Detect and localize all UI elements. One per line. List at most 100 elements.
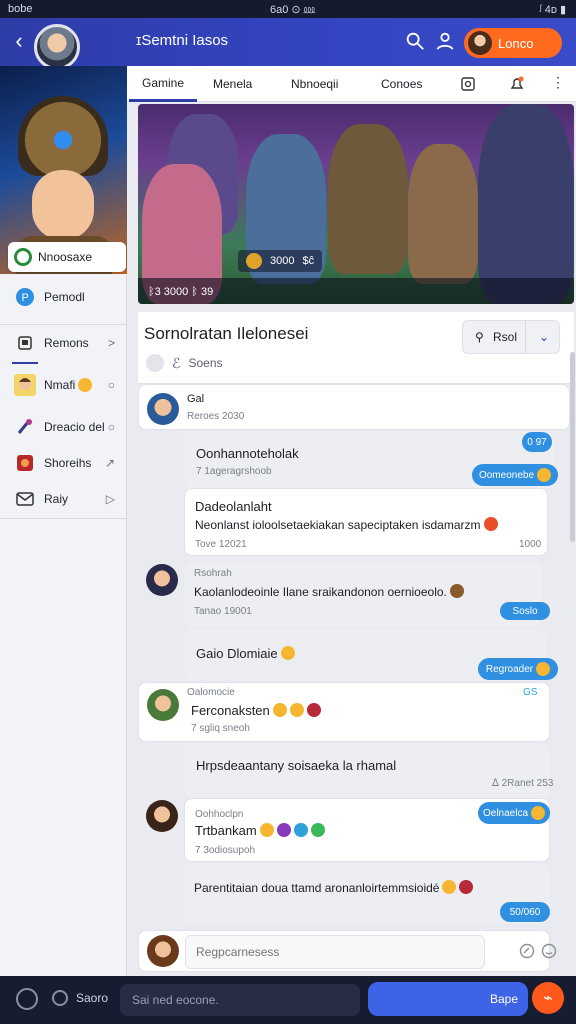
hero-face bbox=[32, 170, 94, 240]
emoji-icon bbox=[449, 584, 464, 598]
coin-icon bbox=[246, 253, 262, 269]
message-count: 1000 bbox=[519, 539, 542, 550]
profile-name-card[interactable]: Nnoosaxe bbox=[8, 242, 126, 272]
status-right: ᶴ 4ᴅ ▮ bbox=[539, 3, 566, 16]
pin-icon: ⚲ bbox=[475, 330, 484, 344]
emoji-icon bbox=[310, 823, 325, 837]
smiley-icon[interactable] bbox=[541, 943, 557, 959]
message-title: Dadeolanlaht bbox=[195, 499, 272, 514]
share-icon: ↗ bbox=[104, 456, 115, 470]
message-author: Oalomocie bbox=[187, 687, 235, 698]
user-pill-button[interactable]: Lonco bbox=[464, 28, 562, 58]
message-bubble[interactable]: Hrpsdeaantany soisaeka la rhamal ᐃ 2Rane… bbox=[184, 744, 554, 798]
bell-icon[interactable] bbox=[509, 76, 525, 92]
sidebar-item-nmafi[interactable]: Nmafi ○ bbox=[0, 374, 127, 396]
reaction-chip[interactable]: Regroader bbox=[478, 658, 558, 680]
emoji-icon bbox=[259, 823, 274, 837]
message-meta: Tove 12021 bbox=[195, 539, 247, 550]
message-card[interactable]: Dadeolanlaht Neonlanst ioloolsetaekiakan… bbox=[184, 488, 548, 556]
emoji-icon bbox=[531, 806, 546, 820]
emoji-icon bbox=[442, 880, 457, 894]
clock-icon[interactable] bbox=[16, 988, 38, 1010]
bottom-input[interactable]: Sai ned eocone. bbox=[120, 984, 360, 1016]
message-text-body: Parentitaian doua ttamd aronanloirtemmsi… bbox=[194, 881, 440, 895]
reaction-chip[interactable]: 50/060 bbox=[500, 902, 550, 922]
banner-figure bbox=[328, 124, 408, 274]
back-arrow-icon[interactable]: ‹ bbox=[8, 28, 30, 54]
tab-conoes[interactable]: Conoes bbox=[381, 66, 422, 102]
message-card[interactable]: Oalomocie Ferconaksten 7 sgliq sneoh GS bbox=[138, 682, 550, 742]
search-icon[interactable] bbox=[404, 30, 426, 52]
sidebar-item-label: Dreacio del bbox=[44, 420, 105, 434]
emoji-icon bbox=[306, 703, 321, 717]
emoji-icon bbox=[78, 378, 93, 392]
message-text: Trtbankam bbox=[195, 823, 325, 838]
banner-figure bbox=[478, 104, 574, 304]
banner-footer: ᛒ3 3000 ᛒ 39 bbox=[148, 286, 214, 298]
person-icon[interactable] bbox=[434, 30, 456, 52]
timer-icon bbox=[52, 990, 68, 1006]
bottom-nav-label: Saoro bbox=[76, 991, 109, 1005]
reaction-chip[interactable]: Oomeonebe bbox=[472, 464, 558, 486]
app-title: ɪSemtni Iasos bbox=[136, 32, 229, 49]
message-meta: 7 sgliq sneoh bbox=[191, 723, 250, 734]
rsol-button[interactable]: ⚲ Rsol ⌄ bbox=[462, 320, 560, 354]
message-author: Gal bbox=[187, 393, 205, 405]
sidebar-item-shoreihs[interactable]: Shoreihs ↗ bbox=[0, 452, 127, 474]
avatar bbox=[147, 689, 179, 721]
chip-label: Regroader bbox=[485, 663, 534, 675]
message-text: Ferconaksten bbox=[191, 703, 321, 718]
red-square-icon bbox=[14, 452, 36, 474]
user-avatar bbox=[468, 31, 492, 55]
message-bubble[interactable]: Rsohrah Kaolanlodeoinle Ilane sraikandon… bbox=[184, 562, 542, 626]
message-author: Oohhoclpn bbox=[195, 809, 244, 820]
game-banner-image[interactable]: 3000 $ĉ ᛒ3 3000 ᛒ 39 bbox=[138, 104, 574, 304]
sidebar-item-label: Shoreihs bbox=[44, 456, 92, 470]
message-text: Gaio Dlomiaie bbox=[196, 646, 295, 661]
composer bbox=[138, 930, 557, 972]
doc-icon[interactable] bbox=[461, 77, 475, 91]
button-divider bbox=[525, 321, 526, 353]
message-text: Oonhannoteholak bbox=[196, 446, 299, 461]
tab-gamine[interactable]: Gamine bbox=[129, 66, 197, 102]
tab-nbnoeqii[interactable]: Nbnoeqii bbox=[291, 66, 338, 102]
banner-stats-extra: $ĉ bbox=[302, 255, 315, 267]
tab-menela[interactable]: Menela bbox=[213, 66, 252, 102]
circle-icon: ○ bbox=[107, 378, 115, 392]
emoji-icon bbox=[280, 646, 295, 660]
message-card[interactable]: Gal Reroes 2030 bbox=[138, 384, 570, 430]
reaction-chip[interactable]: Oelnaelca bbox=[478, 802, 550, 824]
emoji-icon bbox=[289, 703, 304, 717]
emoji-icon bbox=[272, 703, 287, 717]
status-left: bobe bbox=[8, 3, 33, 15]
chat-thread: Gal Reroes 2030 Oonhannoteholak 7 1agera… bbox=[138, 384, 570, 976]
sidebar-divider bbox=[0, 324, 127, 325]
sidebar-item-raiy[interactable]: Raiy ▷ bbox=[0, 488, 127, 510]
sidebar-item-dreacio[interactable]: Dreacio del ○ bbox=[0, 416, 127, 438]
reaction-chip[interactable]: Soslo bbox=[500, 602, 550, 620]
active-indicator bbox=[12, 362, 38, 364]
count-chip[interactable]: 0 97 bbox=[522, 432, 552, 452]
rsol-label: Rsol bbox=[493, 330, 518, 344]
emoji-icon bbox=[276, 823, 291, 837]
section-title: Sornolratan Ilelonesei bbox=[144, 324, 309, 343]
avatar bbox=[146, 564, 178, 596]
message-author: Rsohrah bbox=[194, 568, 232, 579]
bottom-nav-item[interactable]: Saoro bbox=[52, 990, 108, 1006]
action-fab[interactable]: ⌁ bbox=[532, 982, 564, 1014]
attach-icon[interactable] bbox=[519, 943, 535, 959]
avatar bbox=[147, 393, 179, 425]
sidebar-divider bbox=[0, 518, 127, 519]
message-input[interactable] bbox=[185, 935, 485, 969]
chip-label: Oomeonebe bbox=[478, 469, 535, 481]
message-meta: ᐃ 2Ranet 253 bbox=[492, 778, 554, 789]
sidebar-item-pemodl[interactable]: P Pemodl bbox=[0, 286, 127, 308]
send-button[interactable]: Bape bbox=[368, 982, 528, 1016]
more-vertical-icon[interactable]: ⋮ bbox=[551, 74, 565, 91]
scrollbar[interactable] bbox=[570, 352, 575, 542]
chevron-down-icon[interactable]: ⌄ bbox=[539, 330, 549, 344]
sidebar-item-remons[interactable]: Remons > bbox=[0, 332, 127, 354]
avatar[interactable] bbox=[34, 24, 80, 70]
message-bubble[interactable]: Parentitaian doua ttamd aronanloirtemmsi… bbox=[184, 864, 550, 924]
status-center: 6a0 ⊙ ⅏ bbox=[270, 3, 316, 16]
